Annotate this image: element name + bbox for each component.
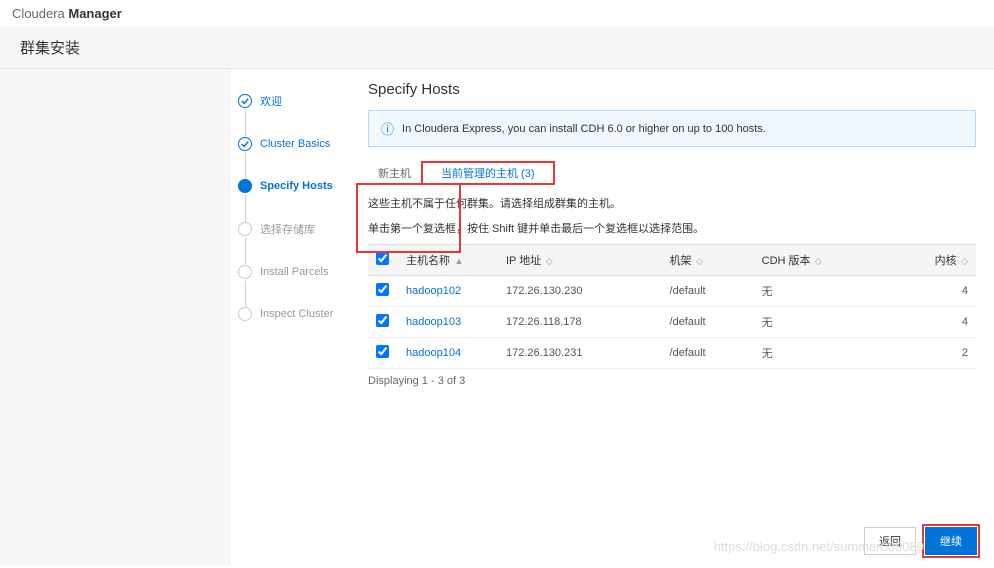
step-label: Specify Hosts [260, 180, 333, 192]
cell-ip: 172.26.118.178 [498, 307, 662, 338]
row-checkbox[interactable] [376, 314, 389, 327]
host-name-link[interactable]: hadoop104 [406, 347, 461, 359]
header-cdh[interactable]: CDH 版本 ◇ [754, 245, 889, 276]
page-title: 群集安装 [0, 27, 994, 69]
circle-icon [238, 265, 252, 279]
main-area: 欢迎 Cluster Basics Specify Hosts 选择存储库 In… [0, 69, 994, 565]
highlight-box: 继续 [922, 524, 980, 558]
sort-icon: ◇ [694, 256, 703, 266]
sort-asc-icon: ▲ [452, 256, 463, 266]
highlight-box: 当前管理的主机 (3) [421, 161, 555, 185]
circle-icon [238, 222, 252, 236]
cell-rack: /default [662, 307, 754, 338]
checkmark-icon [238, 94, 252, 108]
pagination-info: Displaying 1 - 3 of 3 [368, 375, 976, 387]
cell-cores: 4 [889, 307, 976, 338]
cell-cdh: 无 [754, 276, 889, 307]
host-name-link[interactable]: hadoop103 [406, 316, 461, 328]
row-checkbox[interactable] [376, 283, 389, 296]
description-line-2: 单击第一个复选框，按住 Shift 键并单击最后一个复选框以选择范围。 [368, 220, 976, 239]
table-row[interactable]: hadoop102 172.26.130.230 /default 无 4 [368, 276, 976, 307]
cell-ip: 172.26.130.231 [498, 338, 662, 369]
row-checkbox[interactable] [376, 345, 389, 358]
sort-icon: ◇ [813, 256, 822, 266]
left-gutter [0, 69, 230, 565]
info-text: In Cloudera Express, you can install CDH… [402, 123, 766, 135]
step-select-repository[interactable]: 选择存储库 [238, 207, 342, 251]
step-specify-hosts[interactable]: Specify Hosts [238, 165, 342, 207]
sort-icon: ◇ [543, 256, 552, 266]
table-row[interactable]: hadoop104 172.26.130.231 /default 无 2 [368, 338, 976, 369]
host-name-link[interactable]: hadoop102 [406, 285, 461, 297]
info-banner: ⓘ In Cloudera Express, you can install C… [368, 110, 976, 147]
step-label: Inspect Cluster [260, 308, 333, 320]
step-label: Install Parcels [260, 266, 328, 278]
content-title: Specify Hosts [368, 81, 976, 98]
app-header: Cloudera Manager [0, 0, 994, 27]
brand-name-light: Cloudera [12, 6, 68, 21]
cell-ip: 172.26.130.230 [498, 276, 662, 307]
hosts-table-body: hadoop102 172.26.130.230 /default 无 4 ha… [368, 276, 976, 369]
header-checkbox-cell [368, 245, 398, 276]
step-label: Cluster Basics [260, 138, 330, 150]
brand-name-bold: Manager [68, 6, 121, 21]
step-inspect-cluster[interactable]: Inspect Cluster [238, 293, 342, 335]
table-row[interactable]: hadoop103 172.26.118.178 /default 无 4 [368, 307, 976, 338]
circle-icon [238, 307, 252, 321]
host-tabs: 新主机 当前管理的主机 (3) [368, 161, 976, 185]
back-button[interactable]: 返回 [864, 527, 916, 555]
cell-cdh: 无 [754, 338, 889, 369]
wizard-steps: 欢迎 Cluster Basics Specify Hosts 选择存储库 In… [230, 69, 350, 565]
cell-rack: /default [662, 276, 754, 307]
header-rack[interactable]: 机架 ◇ [662, 245, 754, 276]
checkmark-icon [238, 137, 252, 151]
header-ip[interactable]: IP 地址 ◇ [498, 245, 662, 276]
step-label: 选择存储库 [260, 221, 315, 237]
cell-cores: 2 [889, 338, 976, 369]
hosts-table: 主机名称 ▲ IP 地址 ◇ 机架 ◇ CDH 版本 ◇ 内核 ◇ hadoop… [368, 244, 976, 369]
footer-actions: 返回 继续 [864, 524, 980, 558]
tab-managed-hosts[interactable]: 当前管理的主机 (3) [431, 164, 545, 184]
dot-icon [238, 179, 252, 193]
tab-new-host[interactable]: 新主机 [368, 161, 421, 185]
header-hostname[interactable]: 主机名称 ▲ [398, 245, 498, 276]
cell-cdh: 无 [754, 307, 889, 338]
description-line-1: 这些主机不属于任何群集。请选择组成群集的主机。 [368, 195, 976, 214]
table-header-row: 主机名称 ▲ IP 地址 ◇ 机架 ◇ CDH 版本 ◇ 内核 ◇ [368, 245, 976, 276]
cell-cores: 4 [889, 276, 976, 307]
cell-rack: /default [662, 338, 754, 369]
select-all-checkbox[interactable] [376, 252, 389, 265]
sort-icon: ◇ [959, 256, 968, 266]
step-welcome[interactable]: 欢迎 [238, 79, 342, 123]
step-cluster-basics[interactable]: Cluster Basics [238, 123, 342, 165]
step-install-parcels[interactable]: Install Parcels [238, 251, 342, 293]
header-cores[interactable]: 内核 ◇ [889, 245, 976, 276]
continue-button[interactable]: 继续 [925, 527, 977, 555]
info-icon: ⓘ [381, 119, 394, 138]
content-pane: Specify Hosts ⓘ In Cloudera Express, you… [350, 69, 994, 565]
step-label: 欢迎 [260, 93, 282, 109]
